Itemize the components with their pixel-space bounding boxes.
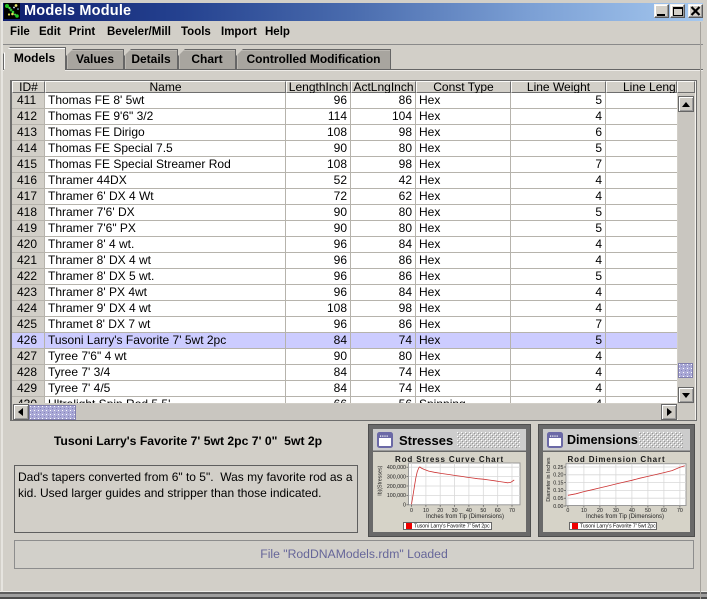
svg-text:0.20: 0.20 — [553, 473, 563, 479]
svg-text:70: 70 — [677, 508, 683, 514]
svg-text:200,000: 200,000 — [387, 484, 406, 490]
svg-text:0: 0 — [566, 508, 569, 514]
svg-text:0: 0 — [403, 503, 406, 509]
svg-text:300,000: 300,000 — [387, 474, 406, 480]
svg-text:0.05: 0.05 — [553, 496, 563, 502]
svg-text:0.25: 0.25 — [553, 465, 563, 471]
svg-text:Inches from Tip (Dimensions): Inches from Tip (Dimensions) — [586, 514, 664, 520]
svg-text:0.00: 0.00 — [553, 504, 563, 510]
svg-text:lb)(Stresses): lb)(Stresses) — [378, 465, 384, 495]
svg-text:Inches from Tip (Dimensions): Inches from Tip (Dimensions) — [426, 514, 504, 520]
svg-text:100,000: 100,000 — [387, 493, 406, 499]
svg-text:0: 0 — [410, 508, 413, 514]
svg-text:400,000: 400,000 — [387, 465, 406, 471]
svg-text:0.15: 0.15 — [553, 480, 563, 486]
svg-text:70: 70 — [509, 508, 515, 514]
svg-text:0.10: 0.10 — [553, 488, 563, 494]
